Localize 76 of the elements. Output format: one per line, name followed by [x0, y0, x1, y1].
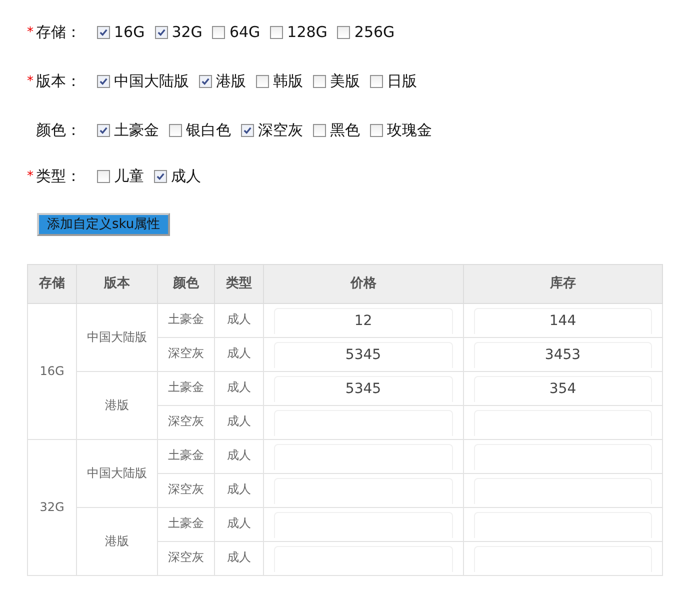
table-cell: 港版: [76, 507, 158, 575]
table-cell: 土豪金: [158, 371, 214, 405]
option-label[interactable]: 黑色: [330, 120, 360, 140]
option-label[interactable]: 32G: [172, 23, 202, 41]
required-mark: *: [27, 168, 34, 184]
option-label[interactable]: 深空灰: [258, 120, 303, 140]
option-label[interactable]: 16G: [114, 23, 145, 41]
table-cell: 深空灰: [158, 473, 214, 507]
checkbox[interactable]: [212, 26, 226, 38]
attribute-label: 颜色：: [36, 120, 81, 140]
table-cell: 成人: [214, 439, 264, 473]
option-label[interactable]: 港版: [216, 72, 246, 90]
option-label[interactable]: 美版: [330, 72, 360, 90]
checkbox[interactable]: [337, 26, 350, 38]
table-cell: 中国大陆版: [76, 439, 158, 507]
table-cell: 32G: [28, 439, 76, 575]
option-label[interactable]: 银白色: [186, 120, 231, 140]
checkbox[interactable]: [370, 124, 383, 136]
checkbox[interactable]: [97, 74, 110, 88]
table-cell: 深空灰: [158, 405, 214, 439]
table-cell: 成人: [214, 405, 264, 439]
option-label[interactable]: 128G: [287, 23, 328, 41]
stock-input[interactable]: 354: [474, 376, 652, 402]
option-label[interactable]: 中国大陆版: [114, 72, 189, 90]
checkbox[interactable]: [154, 170, 167, 182]
attribute-label: 存储：: [36, 22, 81, 42]
table-cell: 成人: [214, 507, 264, 541]
checkbox[interactable]: [256, 74, 269, 88]
option-label[interactable]: 玫瑰金: [387, 120, 432, 140]
required-mark: *: [27, 74, 34, 88]
table-cell: 深空灰: [158, 337, 214, 371]
checkbox[interactable]: [313, 124, 326, 136]
checkbox[interactable]: [97, 124, 110, 136]
option-label[interactable]: 日版: [387, 72, 417, 90]
price-input[interactable]: 5345: [274, 342, 452, 368]
checkbox[interactable]: [313, 74, 326, 88]
column-header: 颜色: [158, 264, 214, 303]
table-cell: 成人: [214, 541, 264, 575]
checkbox[interactable]: [97, 26, 110, 38]
stock-input[interactable]: 144: [474, 308, 652, 334]
option-label[interactable]: 256G: [354, 23, 395, 41]
table-cell: 中国大陆版: [76, 303, 158, 371]
attribute-label: 版本：: [36, 72, 81, 90]
attribute-label: 类型：: [36, 166, 81, 186]
add-attribute-button[interactable]: 添加自定义sku属性: [37, 212, 170, 236]
column-header: 价格: [264, 264, 463, 303]
column-header: 存储: [28, 264, 76, 303]
checkbox[interactable]: [199, 74, 212, 88]
option-label[interactable]: 64G: [229, 23, 260, 41]
checkbox[interactable]: [241, 124, 254, 136]
option-label[interactable]: 成人: [171, 166, 201, 186]
column-header: 库存: [463, 264, 662, 303]
checkbox[interactable]: [97, 170, 110, 182]
option-label[interactable]: 韩版: [273, 72, 303, 90]
table-cell: 成人: [214, 473, 264, 507]
checkbox[interactable]: [169, 124, 182, 136]
checkbox[interactable]: [270, 26, 284, 38]
table-cell: 土豪金: [158, 303, 214, 337]
stock-input[interactable]: 3453: [474, 342, 652, 368]
table-cell: 16G: [28, 303, 76, 439]
table-cell: 土豪金: [158, 507, 214, 541]
required-mark: *: [27, 24, 34, 40]
table-cell: 土豪金: [158, 439, 214, 473]
column-header: 类型: [214, 264, 264, 303]
column-header: 版本: [76, 264, 158, 303]
price-input[interactable]: 12: [274, 308, 452, 334]
option-label[interactable]: 儿童: [114, 166, 144, 186]
checkbox[interactable]: [154, 26, 168, 38]
table-cell: 港版: [76, 371, 158, 439]
checkbox[interactable]: [370, 74, 383, 88]
price-input[interactable]: 5345: [274, 376, 452, 402]
table-cell: 深空灰: [158, 541, 214, 575]
table-cell: 成人: [214, 303, 264, 337]
table-cell: 成人: [214, 371, 264, 405]
table-cell: 成人: [214, 337, 264, 371]
option-label[interactable]: 土豪金: [114, 120, 159, 140]
